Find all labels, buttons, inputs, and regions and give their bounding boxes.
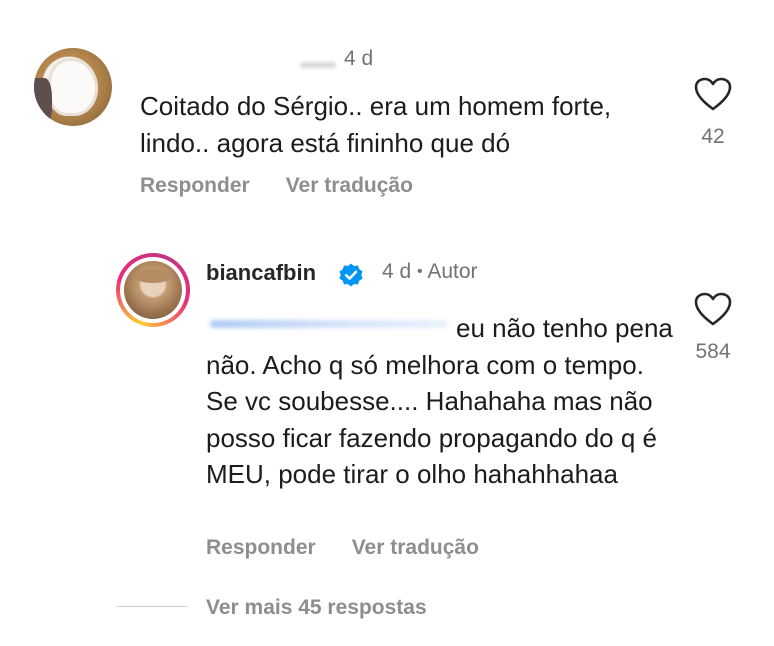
reply-text: eu não tenho pena não. Acho q só melhora… (206, 313, 673, 489)
comment-actions: Responder Ver tradução (140, 174, 449, 198)
avatar-image-shape (48, 58, 98, 116)
like-button[interactable] (693, 291, 733, 327)
reply-timestamp: 4 d (382, 260, 412, 283)
like-count: 42 (701, 125, 725, 148)
reply-author-avatar[interactable] (116, 253, 190, 327)
commenter-avatar[interactable] (34, 48, 112, 126)
view-more-replies-button[interactable]: Ver mais 45 respostas (206, 596, 427, 620)
commenter-username-redacted (300, 62, 336, 68)
like-button[interactable] (693, 76, 733, 112)
comment-timestamp: 4 d (344, 47, 374, 70)
meta-separator: • (417, 263, 423, 280)
see-translation-button[interactable]: Ver tradução (352, 536, 479, 559)
see-translation-button[interactable]: Ver tradução (286, 174, 413, 197)
avatar-photo (124, 261, 182, 319)
reply-actions: Responder Ver tradução (206, 536, 515, 560)
reply-button[interactable]: Responder (140, 174, 250, 197)
verified-badge-icon (338, 262, 364, 288)
reply-button[interactable]: Responder (206, 536, 316, 559)
author-label: Autor (427, 260, 478, 283)
replies-divider (116, 606, 188, 607)
heart-outline-icon (694, 292, 732, 326)
comment-text: Coitado do Sérgio.. era um homem forte, … (140, 91, 612, 158)
avatar-story-ring-gap (120, 257, 186, 323)
heart-outline-icon (694, 77, 732, 111)
like-count: 584 (695, 340, 731, 363)
reply-username[interactable]: biancafbin (206, 260, 316, 286)
avatar-photo-detail (134, 269, 172, 283)
avatar-image-detail (34, 78, 52, 126)
reply-meta: 4 d • Autor (382, 260, 478, 284)
